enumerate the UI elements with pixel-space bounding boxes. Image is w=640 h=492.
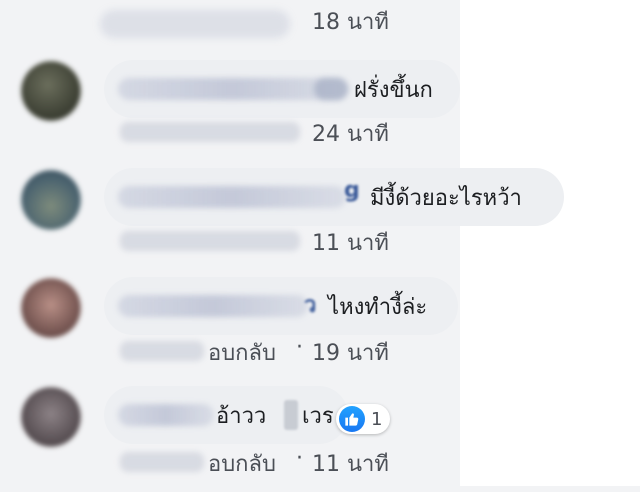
reply-link[interactable]: อบกลับ bbox=[208, 335, 276, 370]
comment-text: ไหงทำงี้ล่ะ bbox=[328, 295, 428, 320]
comment-bubble: g มีงี้ด้วยอะไรหว้า bbox=[104, 168, 564, 226]
avatar[interactable] bbox=[20, 386, 82, 448]
avatar[interactable] bbox=[20, 169, 82, 231]
comment-text: อ้าวว bbox=[216, 404, 267, 429]
comment-bubble: อ้าวว เวร bbox=[104, 386, 348, 444]
avatar[interactable] bbox=[20, 277, 82, 339]
comment-time: 18 นาที bbox=[312, 10, 389, 35]
author-name[interactable]: ว bbox=[304, 287, 316, 322]
comment-text: ฝรั่งขึ้นก bbox=[354, 78, 433, 103]
comment-item: อ้าวว เวร 1 อบกลับ · 11 นาที bbox=[0, 382, 640, 492]
like-icon bbox=[339, 406, 365, 432]
author-name-blurred[interactable] bbox=[118, 404, 214, 426]
blurred-actions[interactable] bbox=[120, 231, 300, 251]
blurred-actions[interactable] bbox=[120, 122, 300, 142]
separator-dot: · bbox=[296, 335, 303, 360]
blurred-actions[interactable] bbox=[120, 341, 204, 361]
comment-time[interactable]: 19 นาที bbox=[312, 335, 389, 370]
comment-text: เวร bbox=[302, 404, 334, 429]
comment-bubble: ฝรั่งขึ้นก bbox=[104, 60, 460, 118]
comment-text: มีงี้ด้วยอะไรหว้า bbox=[370, 186, 522, 211]
comment-item: g มีงี้ด้วยอะไรหว้า 11 นาที bbox=[0, 163, 640, 273]
blurred-actions[interactable] bbox=[120, 452, 204, 472]
reaction-count: 1 bbox=[371, 408, 383, 430]
author-name-blurred[interactable] bbox=[118, 295, 308, 317]
comments-thread: 18 นาที ฝรั่งขึ้นก 24 นาที g มีงี้ด้วยอะ… bbox=[0, 0, 640, 486]
censor-block bbox=[284, 400, 298, 430]
reaction-badge[interactable]: 1 bbox=[336, 404, 391, 434]
comment-time[interactable]: 11 นาที bbox=[312, 446, 389, 481]
blurred-meta bbox=[100, 10, 290, 38]
comment-bubble: ว ไหงทำงี้ล่ะ bbox=[104, 277, 458, 335]
author-name-blurred[interactable] bbox=[118, 186, 346, 208]
comment-time[interactable]: 11 นาที bbox=[312, 225, 389, 260]
comment-item: ฝรั่งขึ้นก 24 นาที bbox=[0, 52, 640, 162]
comment-item: 18 นาที bbox=[0, 0, 640, 50]
author-name[interactable]: g bbox=[344, 178, 360, 203]
avatar[interactable] bbox=[20, 60, 82, 122]
comment-item: ว ไหงทำงี้ล่ะ อบกลับ · 19 นาที bbox=[0, 273, 640, 383]
comment-time[interactable]: 24 นาที bbox=[312, 116, 389, 151]
reply-link[interactable]: อบกลับ bbox=[208, 446, 276, 481]
author-name-blurred[interactable] bbox=[314, 78, 348, 100]
separator-dot: · bbox=[296, 446, 303, 471]
